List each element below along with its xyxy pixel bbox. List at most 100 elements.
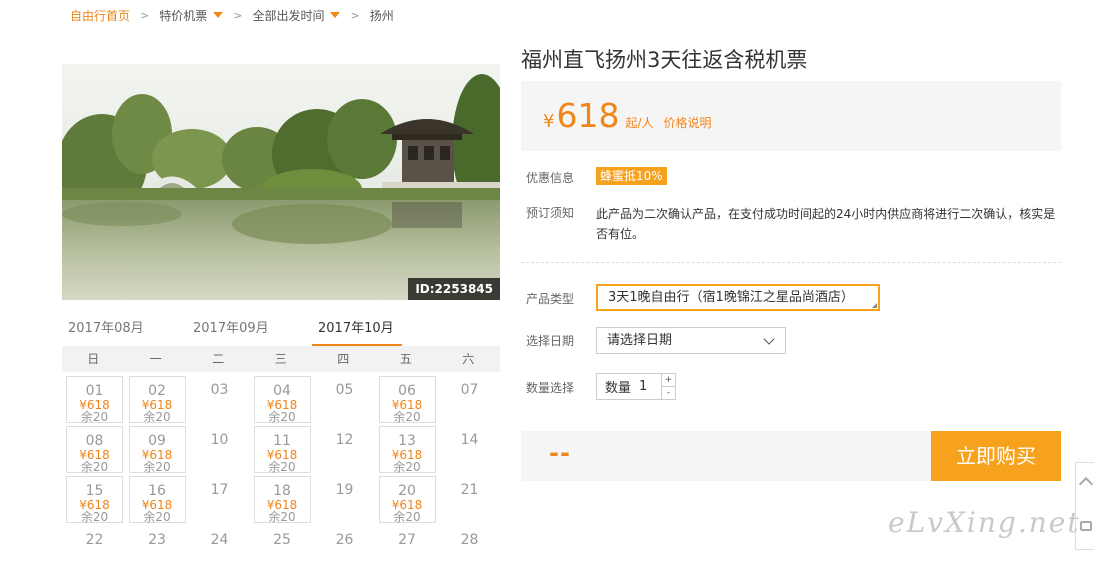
buy-now-button[interactable]: 立即购买 <box>931 431 1061 481</box>
calendar-week-row: 22 23 24 25 26 27 28 <box>62 526 500 562</box>
weekday-label: 二 <box>212 352 225 366</box>
price-unit: 起/人 <box>625 116 654 130</box>
divider <box>521 262 1061 263</box>
product-type-option[interactable]: 3天1晚自由行（宿1晚锦江之星品尚酒店） <box>596 284 880 311</box>
calendar-day-box: 10 <box>191 426 248 473</box>
calendar-day-available[interactable]: 01 ¥618 余20 <box>62 376 125 426</box>
calendar-day: 25 <box>250 526 313 562</box>
calendar-day-number: 05 <box>335 382 354 398</box>
calendar-day-number: 15 <box>85 483 104 499</box>
calendar-day-number: 03 <box>210 382 229 398</box>
date-select[interactable]: 请选择日期 <box>596 327 786 354</box>
date-select-value: 请选择日期 <box>607 333 673 348</box>
price-box: ¥ 618 起/人 价格说明 <box>521 81 1061 151</box>
lake-pavilion-image <box>62 64 500 300</box>
feedback-icon[interactable] <box>1080 521 1092 531</box>
calendar-day-box[interactable]: 18 ¥618 余20 <box>253 476 311 524</box>
calendar-day-number: 12 <box>335 432 354 448</box>
weekday-label: 日 <box>87 352 100 366</box>
buy-bar: -- 立即购买 <box>521 431 1061 481</box>
calendar-day-box: 03 <box>191 376 248 423</box>
calendar-day: 12 <box>312 426 375 476</box>
calendar-day-box[interactable]: 11 ¥618 余20 <box>253 426 311 474</box>
calendar-day-number: 24 <box>210 532 229 548</box>
tab-month[interactable]: 2017年08月 <box>62 316 187 346</box>
calendar-day-stock: 余20 <box>393 510 421 524</box>
total-price: -- <box>549 439 571 467</box>
calendar-month-tabs: 2017年08月 2017年09月 2017年10月 <box>62 316 500 347</box>
calendar-day-available[interactable]: 09 ¥618 余20 <box>125 426 188 476</box>
calendar-day-box[interactable]: 16 ¥618 余20 <box>128 476 186 523</box>
back-to-top-icon[interactable] <box>1078 476 1094 492</box>
calendar-day-number: 07 <box>460 382 479 398</box>
calendar-day: 26 <box>312 526 375 562</box>
calendar-week-row: 01 ¥618 余20 02 ¥618 余20 03 04 ¥618 余20 05 06 ¥618 余20… <box>62 376 500 426</box>
price-currency: ¥ <box>543 111 555 132</box>
calendar-day-box[interactable]: 08 ¥618 余20 <box>66 426 123 473</box>
watermark: eLvXing.net <box>888 506 1081 539</box>
calendar-day-stock: 余20 <box>268 460 296 474</box>
breadcrumb-label: 全部出发时间 <box>252 8 325 23</box>
calendar-day-number: 18 <box>273 483 291 499</box>
calendar-day-stock: 余20 <box>143 410 171 424</box>
breadcrumb-item[interactable]: 自由行首页 <box>70 7 130 24</box>
tab-month[interactable]: 2017年10月 <box>312 316 437 347</box>
calendar-day-box[interactable]: 13 ¥618 余20 <box>378 426 436 473</box>
calendar-day: 10 <box>187 426 250 476</box>
breadcrumb-label: 扬州 <box>369 8 394 23</box>
caret-down-icon[interactable] <box>330 12 341 18</box>
calendar-day-available[interactable]: 04 ¥618 余20 <box>250 376 313 426</box>
calendar-day-stock: 余20 <box>393 410 421 424</box>
weekday-label: 一 <box>149 352 162 366</box>
calendar-day-box: 12 <box>316 426 373 473</box>
chevron-down-icon <box>763 333 775 345</box>
calendar-day-box[interactable]: 04 ¥618 余20 <box>253 376 311 424</box>
calendar-day-number: 26 <box>335 532 354 548</box>
breadcrumb-item[interactable]: 扬州 <box>370 7 394 24</box>
calendar-day-stock: 余20 <box>268 510 296 524</box>
breadcrumb: 自由行首页 > 特价机票 > 全部出发时间 > 扬州 <box>70 6 394 24</box>
calendar-day-available[interactable]: 13 ¥618 余20 <box>375 426 438 476</box>
calendar-day-available[interactable]: 06 ¥618 余20 <box>375 376 438 426</box>
calendar-day-box[interactable]: 02 ¥618 余20 <box>128 376 186 424</box>
caret-down-icon[interactable] <box>213 12 224 18</box>
quantity-stepper[interactable]: 数量 1 + - <box>596 373 676 400</box>
quantity-inner-label: 数量 <box>605 381 632 396</box>
breadcrumb-label: 特价机票 <box>159 8 208 23</box>
tab-month[interactable]: 2017年09月 <box>187 316 312 346</box>
calendar-day-stock: 余20 <box>80 410 109 424</box>
quantity-value[interactable]: 1 <box>639 379 657 394</box>
calendar-day-number: 27 <box>398 532 416 548</box>
calendar-day-available[interactable]: 18 ¥618 余20 <box>250 476 313 526</box>
breadcrumb-item[interactable]: 特价机票 <box>159 7 224 24</box>
calendar-day-available[interactable]: 16 ¥618 余20 <box>125 476 188 526</box>
calendar-day-stock: 余20 <box>268 410 296 424</box>
calendar-day-stock: 余20 <box>80 460 109 474</box>
calendar-day-number: 02 <box>148 383 166 399</box>
calendar-day-available[interactable]: 08 ¥618 余20 <box>62 426 125 476</box>
breadcrumb-label: 自由行首页 <box>70 8 131 23</box>
calendar-day-number: 23 <box>148 532 166 548</box>
price-note-link[interactable]: 价格说明 <box>664 114 712 131</box>
calendar-day-box[interactable]: 09 ¥618 余20 <box>128 426 186 473</box>
calendar-day: 05 <box>312 376 375 426</box>
calendar-weekday-header: 日一二三四五六 <box>62 346 500 372</box>
breadcrumb-item[interactable]: 全部出发时间 <box>252 7 341 24</box>
calendar-day-box[interactable]: 06 ¥618 余20 <box>378 376 436 424</box>
booking-notice-text: 此产品为二次确认产品，在支付成功时间起的24小时内供应商将进行二次确认，核实是否… <box>596 207 1056 241</box>
calendar-day-number: 20 <box>398 483 416 499</box>
chevron-right-icon: > <box>233 8 243 22</box>
calendar-day-available[interactable]: 11 ¥618 余20 <box>250 426 313 476</box>
calendar-day-available[interactable]: 20 ¥618 余20 <box>375 476 438 526</box>
calendar-day-box: 17 <box>191 476 248 523</box>
quantity-plus-button[interactable]: + <box>662 374 675 387</box>
calendar-day-number: 16 <box>148 483 166 499</box>
calendar-day-box[interactable]: 15 ¥618 余20 <box>66 476 123 523</box>
calendar-day-box[interactable]: 20 ¥618 余20 <box>378 476 436 524</box>
calendar-day-box[interactable]: 01 ¥618 余20 <box>66 376 123 423</box>
calendar-day: 14 <box>437 426 500 476</box>
calendar-day-box: 05 <box>316 376 373 423</box>
quantity-minus-button[interactable]: - <box>662 387 675 399</box>
calendar-day-available[interactable]: 15 ¥618 余20 <box>62 476 125 526</box>
calendar-day-available[interactable]: 02 ¥618 余20 <box>125 376 188 426</box>
